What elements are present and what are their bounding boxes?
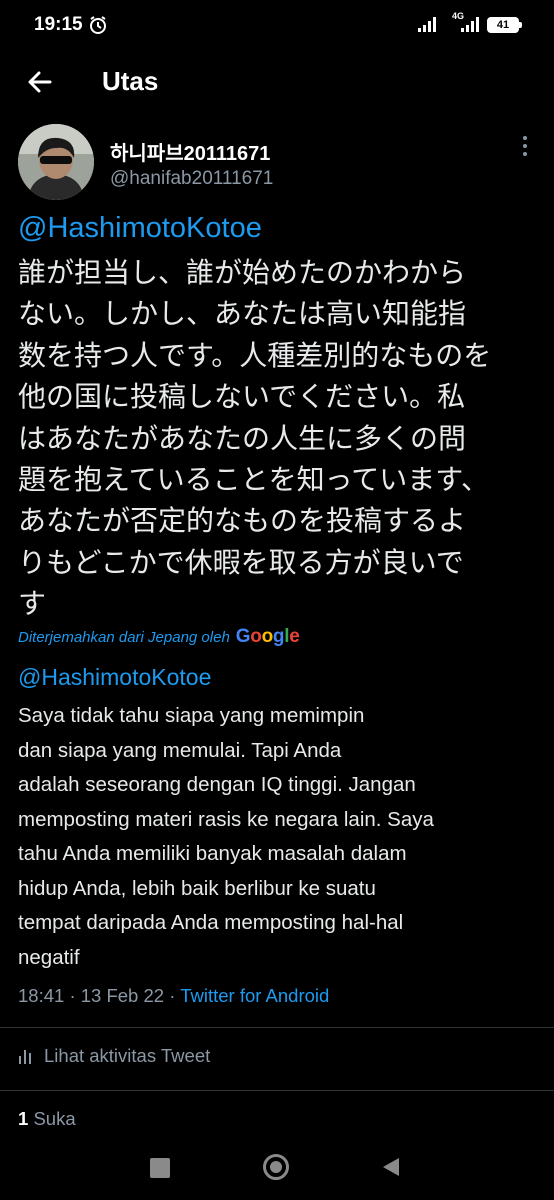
translation-attribution[interactable]: Diterjemahkan dari Jepang oleh Google <box>18 626 300 648</box>
meta-separator: · <box>169 985 176 1006</box>
signal-icon <box>418 17 436 32</box>
tweet-mention[interactable]: @HashimotoKotoe <box>18 212 262 245</box>
likes-count: 1 <box>18 1108 29 1129</box>
top-app-bar: Utas <box>0 52 554 110</box>
alarm-icon <box>90 16 106 34</box>
author-handle[interactable]: @hanifab20111671 <box>110 168 273 190</box>
signal-icon-secondary <box>461 17 479 32</box>
recents-button[interactable] <box>150 1158 170 1178</box>
back-arrow-icon[interactable] <box>24 66 56 98</box>
tweet-time: 18:41 <box>18 985 65 1006</box>
tweet-source-link[interactable]: Twitter for Android <box>180 985 329 1006</box>
translated-text: Saya tidak tahu siapa yang memimpin dan … <box>18 704 434 969</box>
status-bar: 19:15 4G 41 <box>0 0 554 52</box>
home-button[interactable] <box>263 1154 289 1180</box>
system-back-icon[interactable] <box>380 1156 402 1178</box>
status-time: 19:15 <box>34 14 83 35</box>
divider <box>0 1090 554 1091</box>
system-navigation-bar <box>0 1142 554 1200</box>
tweet-activity-link[interactable]: Lihat aktivitas Tweet <box>18 1045 210 1067</box>
activity-label: Lihat aktivitas Tweet <box>44 1045 211 1066</box>
meta-separator: · <box>69 985 76 1006</box>
translation-label: Diterjemahkan dari Jepang oleh <box>18 628 230 646</box>
translated-mention[interactable]: @HashimotoKotoe <box>18 664 211 691</box>
battery-icon: 41 <box>487 17 522 33</box>
avatar[interactable] <box>18 124 94 200</box>
divider <box>0 1027 554 1028</box>
tweet-metadata: 18:41 · 13 Feb 22 · Twitter for Android <box>18 985 329 1007</box>
likes-count-link[interactable]: 1 Suka <box>18 1108 76 1130</box>
likes-label: Suka <box>33 1108 76 1129</box>
author-display-name[interactable]: 하니파브20111671 <box>110 137 270 166</box>
page-title: Utas <box>102 66 159 96</box>
google-logo: Google <box>235 626 300 647</box>
more-options-icon[interactable] <box>516 136 534 160</box>
tweet-date: 13 Feb 22 <box>80 985 165 1006</box>
tweet-text: 誰が担当し、誰が始めたのかわから ない。しかし、あなたは高い知能指 数を持つ人で… <box>18 256 492 621</box>
analytics-icon <box>19 1050 31 1064</box>
battery-level: 41 <box>496 19 510 31</box>
